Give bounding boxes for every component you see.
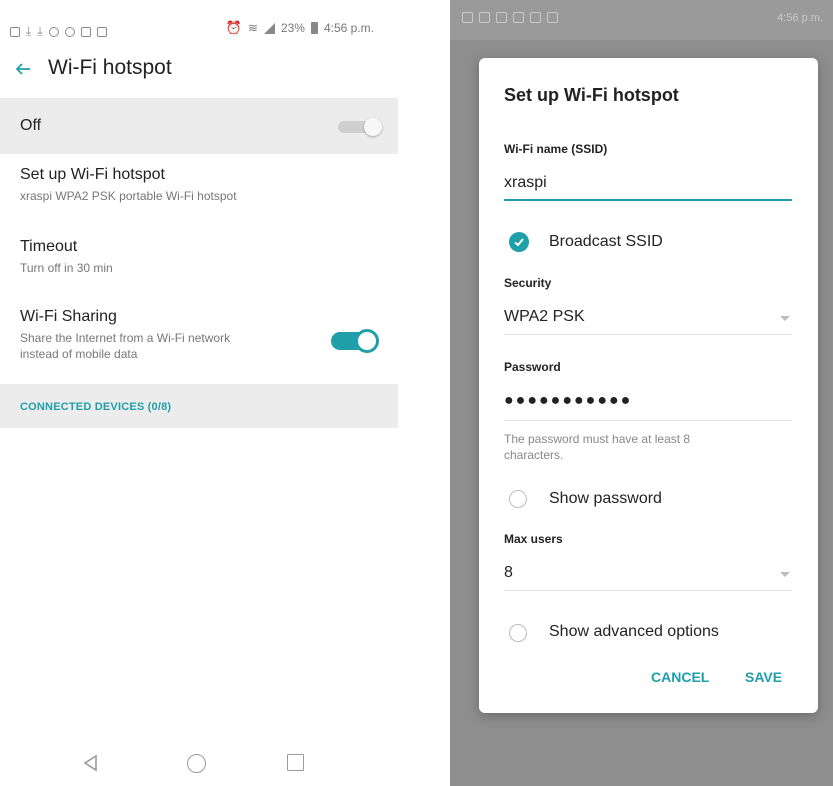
connected-devices-header: CONNECTED DEVICES (0/8): [0, 384, 398, 428]
security-underline: [504, 334, 792, 335]
system-indicators: ⏰ ≋ 23% 4:56 p.m.: [226, 20, 374, 36]
notification-icon: [530, 12, 541, 23]
battery-percent: 23%: [280, 21, 305, 35]
dimmed-clock: 4:56 p.m.: [777, 12, 823, 24]
connected-devices-label: CONNECTED DEVICES (0/8): [20, 401, 172, 413]
max-users-select[interactable]: 8: [504, 564, 513, 582]
password-input[interactable]: ●●●●●●●●●●●: [504, 392, 632, 410]
setup-hotspot-title: Set up Wi-Fi hotspot: [20, 166, 165, 183]
ssid-underline: [504, 199, 792, 201]
sync-icon: [48, 26, 59, 37]
hotspot-settings-screen: ⤓ ⤓ ⏰ ≋ 23% 4:56 p.m. Wi-Fi hotspot Off …: [0, 0, 400, 786]
setup-hotspot-dialog: Set up Wi-Fi hotspot Wi-Fi name (SSID) x…: [479, 58, 818, 713]
max-users-label: Max users: [504, 532, 563, 546]
max-users-underline: [504, 590, 792, 591]
wifi-sharing-subtitle-line: Share the Internet from a Wi-Fi network: [20, 331, 231, 345]
download-icon: ⤓: [26, 24, 32, 38]
password-underline: [504, 420, 792, 421]
info-icon: [64, 26, 75, 37]
image-notification-icon: [10, 26, 20, 37]
chevron-down-icon[interactable]: [780, 572, 790, 577]
dimmed-notification-icons: [462, 12, 558, 23]
timeout-item[interactable]: Timeout Turn off in 30 min: [20, 238, 113, 276]
ssid-input[interactable]: xraspi: [504, 174, 547, 192]
wifi-sharing-subtitle-line: instead of mobile data: [20, 347, 138, 361]
timeout-title: Timeout: [20, 238, 78, 255]
navigation-bar: [0, 745, 400, 785]
show-password-checkbox[interactable]: [509, 490, 527, 508]
wifi-icon: ≋: [247, 21, 258, 35]
notification-icon: [547, 12, 558, 23]
toggle-knob: [364, 118, 382, 136]
signal-icon: [263, 22, 275, 34]
setup-hotspot-item[interactable]: Set up Wi-Fi hotspot xraspi WPA2 PSK por…: [20, 166, 237, 204]
toggle-knob: [355, 329, 379, 353]
app-notification-icon: [80, 26, 91, 37]
advanced-options-checkbox[interactable]: [509, 624, 527, 642]
show-password-label: Show password: [549, 490, 662, 507]
nav-recents-icon[interactable]: [287, 754, 304, 771]
save-button[interactable]: SAVE: [745, 669, 782, 685]
security-label: Security: [504, 276, 552, 290]
broadcast-ssid-checkbox[interactable]: [509, 232, 529, 252]
notification-icon: [462, 12, 473, 23]
dialog-title: Set up Wi-Fi hotspot: [504, 85, 679, 105]
broadcast-ssid-label: Broadcast SSID: [549, 233, 663, 250]
app-bar: Wi-Fi hotspot: [0, 50, 400, 90]
security-select[interactable]: WPA2 PSK: [504, 308, 585, 326]
hotspot-switch-label: Off: [20, 117, 42, 134]
nav-home-icon[interactable]: [187, 754, 206, 773]
page-title: Wi-Fi hotspot: [48, 56, 172, 79]
password-hint-line: characters.: [504, 448, 564, 462]
notification-icons: ⤓ ⤓: [10, 24, 107, 39]
notification-icon: [513, 12, 524, 23]
clock: 4:56 p.m.: [323, 21, 374, 35]
wifi-sharing-title: Wi-Fi Sharing: [20, 308, 117, 325]
hotspot-toggle[interactable]: [338, 118, 382, 136]
nav-back-icon[interactable]: [82, 754, 100, 772]
wifi-sharing-subtitle: Share the Internet from a Wi-Fi network …: [20, 330, 230, 362]
notification-icon: [479, 12, 490, 23]
cancel-button[interactable]: CANCEL: [651, 669, 709, 685]
setup-dialog-screen: 4:56 p.m. Set up Wi-Fi hotspot Wi-Fi nam…: [450, 0, 833, 786]
checkmark-icon: [514, 238, 524, 247]
advanced-options-label: Show advanced options: [549, 623, 719, 640]
password-hint-line: The password must have at least 8: [504, 432, 691, 446]
back-arrow-icon[interactable]: [12, 58, 34, 80]
alarm-icon: ⏰: [225, 20, 242, 35]
wifi-sharing-item[interactable]: Wi-Fi Sharing Share the Internet from a …: [20, 308, 230, 362]
password-label: Password: [504, 360, 561, 374]
ssid-label: Wi-Fi name (SSID): [504, 142, 608, 156]
message-icon: [96, 26, 107, 37]
download-icon: ⤓: [37, 24, 43, 38]
wifi-sharing-toggle[interactable]: [331, 329, 379, 353]
battery-icon: [310, 22, 318, 34]
setup-hotspot-subtitle: xraspi WPA2 PSK portable Wi-Fi hotspot: [20, 189, 237, 203]
dimmed-status-bar: 4:56 p.m.: [450, 0, 833, 40]
timeout-subtitle: Turn off in 30 min: [20, 261, 113, 275]
chevron-down-icon[interactable]: [780, 316, 790, 321]
notification-icon: [496, 12, 507, 23]
status-bar: ⤓ ⤓ ⏰ ≋ 23% 4:56 p.m.: [0, 0, 400, 38]
password-hint: The password must have at least 8 charac…: [504, 431, 754, 463]
